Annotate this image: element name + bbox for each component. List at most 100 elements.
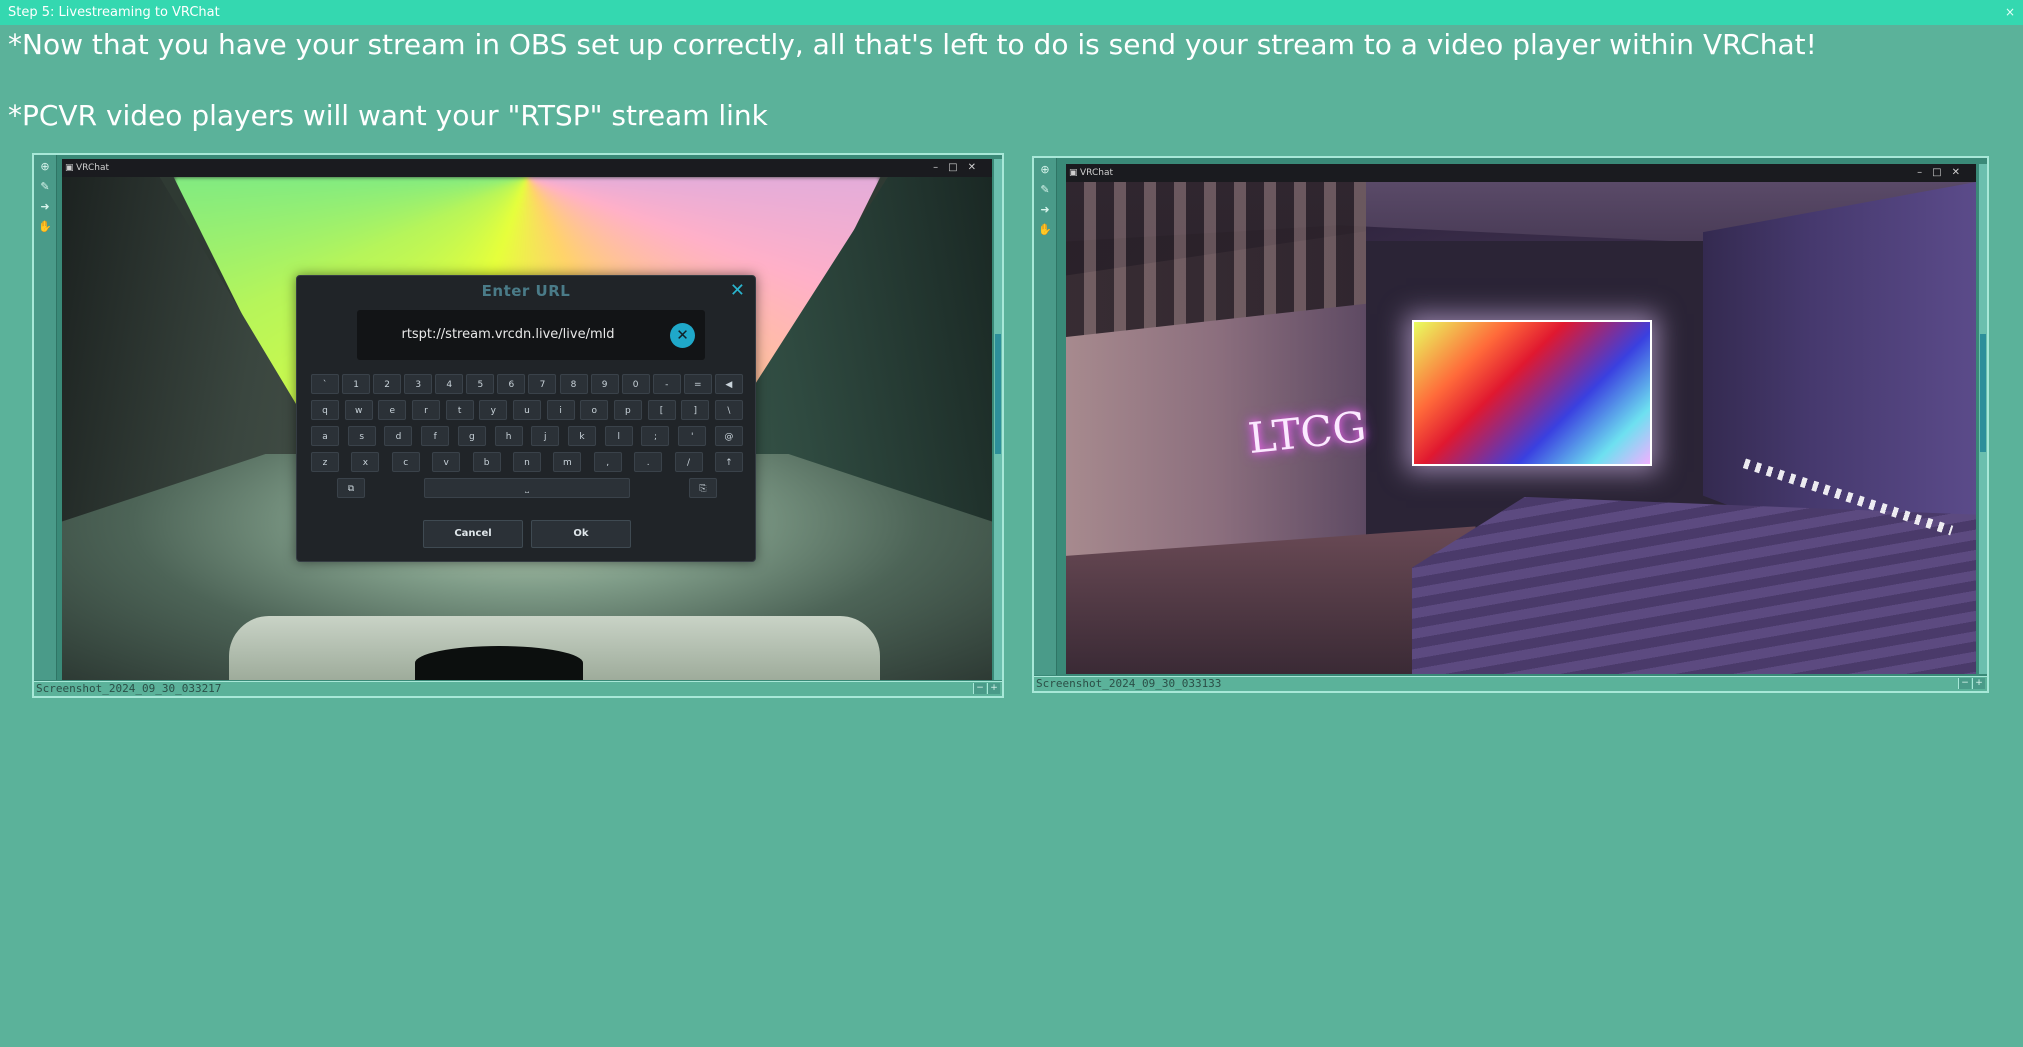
- scene-shadow: [415, 646, 583, 680]
- space-key[interactable]: ⎵: [424, 478, 630, 498]
- keyboard-key[interactable]: 1: [342, 374, 371, 394]
- keyboard-key[interactable]: 9: [590, 374, 619, 394]
- keyboard-key[interactable]: y: [479, 400, 508, 420]
- keyboard-key[interactable]: f: [421, 426, 450, 446]
- prev-icon[interactable]: −: [973, 683, 986, 694]
- keyboard-key[interactable]: o: [580, 400, 609, 420]
- ok-button[interactable]: Ok: [531, 520, 631, 548]
- keyboard-key[interactable]: g: [457, 426, 486, 446]
- scene-bed: [1411, 496, 1976, 674]
- keyboard-key[interactable]: k: [568, 426, 597, 446]
- keyboard-key[interactable]: \: [714, 400, 743, 420]
- keyboard-key[interactable]: e: [378, 400, 407, 420]
- keyboard-key[interactable]: ◀: [714, 374, 743, 394]
- image-viewer-left[interactable]: ⊕ ✎ ➜ ✋ ▣ VRChat –□✕ Enter URL ✕ rtspt:/…: [32, 153, 1004, 698]
- paste-key[interactable]: ⎘: [689, 478, 717, 498]
- keyboard-row: ` 1 2 3 4 5 6 7 8 9 0- = ◀: [311, 374, 743, 394]
- vr-scene-right: LTCG: [1066, 182, 1976, 674]
- keyboard-key[interactable]: -: [652, 374, 681, 394]
- keyboard-key[interactable]: .: [634, 452, 663, 472]
- keyboard-key[interactable]: m: [553, 452, 582, 472]
- keyboard-key[interactable]: 0: [621, 374, 650, 394]
- keyboard-key[interactable]: w: [344, 400, 373, 420]
- scrollbar-thumb[interactable]: [995, 334, 1001, 454]
- cancel-button[interactable]: Cancel: [423, 520, 523, 548]
- viewer-toolbar: ⊕ ✎ ➜ ✋: [34, 155, 57, 680]
- keyboard-key[interactable]: 8: [559, 374, 588, 394]
- keyboard-key[interactable]: x: [351, 452, 380, 472]
- draw-icon[interactable]: ✎: [37, 179, 53, 195]
- vrchat-window-bar: ▣ VRChat –□✕: [62, 159, 992, 177]
- screenshot-canvas-right: ▣ VRChat –□✕ LTCG: [1066, 164, 1976, 674]
- url-input[interactable]: rtspt://stream.vrcdn.live/live/mld ✕: [357, 310, 705, 360]
- viewer-scrollbar[interactable]: [994, 159, 1002, 680]
- draw-icon[interactable]: ✎: [1037, 182, 1053, 198]
- arrow-icon[interactable]: ➜: [1037, 202, 1053, 218]
- vrchat-app-icon: ▣: [1069, 168, 1078, 178]
- close-icon[interactable]: ✕: [730, 280, 745, 301]
- hand-icon[interactable]: ✋: [1037, 222, 1053, 238]
- arrow-icon[interactable]: ➜: [37, 199, 53, 215]
- hand-icon[interactable]: ✋: [37, 219, 53, 235]
- instruction-line-2: *PCVR video players will want your "RTSP…: [8, 99, 768, 132]
- vrchat-app-icon: ▣: [65, 163, 74, 173]
- keyboard-key[interactable]: /: [674, 452, 703, 472]
- virtual-keyboard: ` 1 2 3 4 5 6 7 8 9 0- = ◀ q w e r t y u i o p[] \ a s d f g h j k l; ' @ z…: [311, 374, 743, 504]
- prev-icon[interactable]: −: [1958, 678, 1971, 689]
- next-icon[interactable]: +: [987, 683, 1000, 694]
- keyboard-key[interactable]: j: [531, 426, 560, 446]
- keyboard-key[interactable]: d: [384, 426, 413, 446]
- keyboard-key[interactable]: r: [411, 400, 440, 420]
- screenshot-filename: Screenshot_2024_09_30_033133: [1036, 677, 1222, 690]
- keyboard-key[interactable]: p: [613, 400, 642, 420]
- keyboard-key[interactable]: 2: [373, 374, 402, 394]
- keyboard-key[interactable]: c: [391, 452, 420, 472]
- scrollbar-thumb[interactable]: [1980, 334, 1986, 452]
- keyboard-key[interactable]: `: [311, 374, 339, 394]
- keyboard-key[interactable]: q: [311, 400, 339, 420]
- keyboard-key[interactable]: ]: [681, 400, 710, 420]
- keyboard-key[interactable]: z: [311, 452, 339, 472]
- keyboard-key[interactable]: b: [472, 452, 501, 472]
- keyboard-key[interactable]: ;: [641, 426, 670, 446]
- keyboard-key[interactable]: [: [647, 400, 676, 420]
- keyboard-row: ⧉ ⎵ ⎘: [311, 478, 743, 498]
- clear-icon[interactable]: ✕: [670, 323, 695, 348]
- video-player-screen: [1411, 319, 1653, 467]
- vrchat-window-title: VRChat: [1080, 168, 1113, 178]
- url-input-value: rtspt://stream.vrcdn.live/live/mld: [401, 327, 615, 342]
- keyboard-key[interactable]: ,: [593, 452, 622, 472]
- keyboard-key[interactable]: u: [512, 400, 541, 420]
- keyboard-key[interactable]: i: [546, 400, 575, 420]
- window-controls: –□✕: [1917, 167, 1970, 178]
- keyboard-key[interactable]: l: [604, 426, 633, 446]
- keyboard-key[interactable]: 3: [404, 374, 433, 394]
- keyboard-key[interactable]: s: [347, 426, 376, 446]
- zoom-icon[interactable]: ⊕: [37, 159, 53, 175]
- keyboard-key[interactable]: t: [445, 400, 474, 420]
- keyboard-key[interactable]: v: [432, 452, 461, 472]
- window-controls: –□✕: [933, 162, 986, 173]
- keyboard-key[interactable]: ': [678, 426, 707, 446]
- keyboard-key[interactable]: 7: [528, 374, 557, 394]
- close-icon[interactable]: ×: [2005, 0, 2015, 25]
- keyboard-key[interactable]: 4: [435, 374, 464, 394]
- next-icon[interactable]: +: [1972, 678, 1985, 689]
- keyboard-key[interactable]: a: [311, 426, 339, 446]
- keyboard-key[interactable]: n: [512, 452, 541, 472]
- zoom-icon[interactable]: ⊕: [1037, 162, 1053, 178]
- viewer-scrollbar[interactable]: [1979, 164, 1987, 674]
- keyboard-key[interactable]: 5: [466, 374, 495, 394]
- keyboard-row: a s d f g h j k l; ' @: [311, 426, 743, 446]
- keyboard-row: q w e r t y u i o p[] \: [311, 400, 743, 420]
- copy-key[interactable]: ⧉: [337, 478, 365, 498]
- window-titlebar: Step 5: Livestreaming to VRChat ×: [0, 0, 2023, 25]
- keyboard-key[interactable]: h: [494, 426, 523, 446]
- keyboard-key[interactable]: ↑: [714, 452, 743, 472]
- window-title: Step 5: Livestreaming to VRChat: [8, 5, 220, 20]
- keyboard-key[interactable]: @: [714, 426, 743, 446]
- keyboard-key[interactable]: 6: [497, 374, 526, 394]
- image-viewer-right[interactable]: ⊕ ✎ ➜ ✋ ▣ VRChat –□✕ LTCG Screenshot_202…: [1032, 156, 1989, 693]
- vrchat-window-bar: ▣ VRChat –□✕: [1066, 164, 1976, 182]
- keyboard-key[interactable]: =: [683, 374, 712, 394]
